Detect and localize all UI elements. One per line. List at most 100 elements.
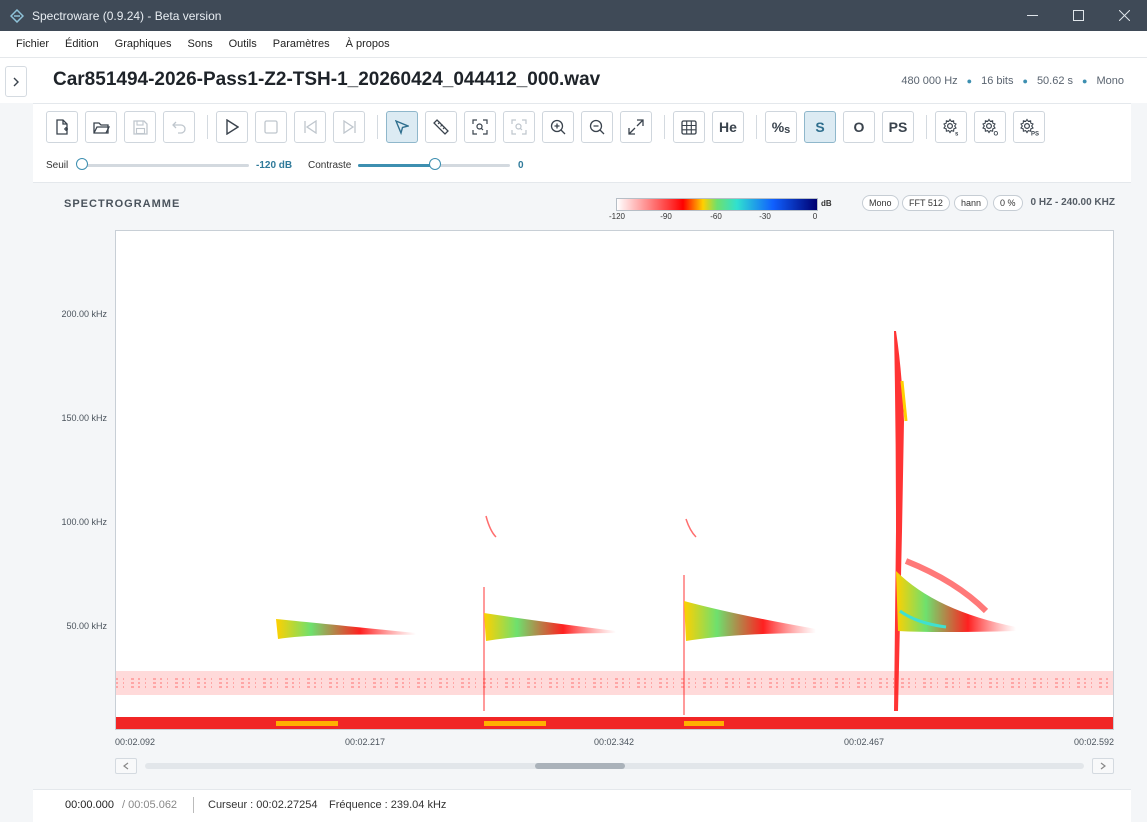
settings-o-button[interactable]: O	[974, 111, 1006, 143]
maximize-icon	[1072, 10, 1084, 21]
y-tick-label: 100.00 kHz	[61, 517, 107, 527]
toolbar-separator	[664, 115, 665, 139]
threshold-slider-handle[interactable]	[76, 158, 88, 170]
table-button[interactable]	[673, 111, 705, 143]
toolbar: He % s S O PS s O PS	[33, 103, 1131, 153]
contrast-value: 0	[518, 160, 524, 171]
cursor-frequency: Fréquence : 239.04 kHz	[329, 799, 447, 811]
zoom-selection-button[interactable]	[464, 111, 496, 143]
bat-call-harmonic	[685, 518, 697, 538]
spectrogram-canvas[interactable]	[115, 230, 1114, 730]
open-folder-button[interactable]	[85, 111, 117, 143]
app-logo-icon	[10, 8, 24, 23]
menu-graphiques[interactable]: Graphiques	[107, 38, 180, 50]
scroll-right-button[interactable]	[1092, 758, 1114, 774]
zoom-selection-icon	[472, 119, 488, 135]
play-button[interactable]	[216, 111, 248, 143]
ruler-tool-button[interactable]	[425, 111, 457, 143]
play-icon	[226, 119, 239, 135]
settings-s-icon: s	[943, 118, 959, 137]
bat-call	[896, 571, 1016, 632]
menu-sons[interactable]: Sons	[180, 38, 221, 50]
menu-outils[interactable]: Outils	[221, 38, 265, 50]
percent-sub-label: s	[784, 124, 791, 136]
table-icon	[681, 119, 697, 135]
save-icon	[132, 119, 148, 135]
menu-bar: Fichier Édition Graphiques Sons Outils P…	[0, 31, 1147, 58]
title-bar: Spectroware (0.9.24) - Beta version	[0, 0, 1147, 31]
he-button[interactable]: He	[712, 111, 744, 143]
menu-parametres[interactable]: Paramètres	[265, 38, 338, 50]
color-scale-bar	[616, 198, 818, 211]
new-file-button[interactable]	[46, 111, 78, 143]
settings-s-sub: s	[955, 132, 959, 137]
zoom-out-icon	[589, 119, 605, 135]
settings-ps-sub: PS	[1031, 132, 1039, 137]
separator-dot: ●	[1022, 76, 1028, 86]
contrast-label: Contraste	[308, 160, 352, 171]
zoom-selection-alt-button[interactable]	[503, 111, 535, 143]
skip-start-button[interactable]	[294, 111, 326, 143]
maximize-button[interactable]	[1055, 0, 1101, 31]
color-scale-tick: 0	[812, 212, 818, 221]
fft-size-pill[interactable]: FFT 512	[902, 195, 950, 211]
ps-button[interactable]: PS	[882, 111, 914, 143]
menu-a-propos[interactable]: À propos	[338, 38, 398, 50]
o-button[interactable]: O	[843, 111, 875, 143]
color-scale-tick: -30	[759, 212, 771, 221]
close-icon	[1118, 10, 1130, 21]
chevron-right-icon	[1100, 762, 1106, 770]
playback-position: 00:00.000	[65, 799, 114, 811]
close-button[interactable]	[1101, 0, 1147, 31]
color-scale-tick: -120	[608, 212, 626, 221]
chevron-right-icon	[13, 77, 19, 86]
x-tick-label: 00:02.592	[1074, 737, 1115, 747]
menu-edition[interactable]: Édition	[57, 38, 107, 50]
window-type-pill[interactable]: hann	[954, 195, 989, 211]
bat-call	[684, 601, 816, 641]
skip-end-button[interactable]	[333, 111, 365, 143]
new-file-icon	[56, 119, 68, 135]
low-frequency-noise	[276, 721, 338, 726]
ps-label: PS	[888, 119, 908, 135]
overlap-pill[interactable]: 0 %	[993, 195, 1023, 211]
contrast-slider-handle[interactable]	[429, 158, 441, 170]
threshold-slider-track[interactable]	[79, 164, 249, 167]
cursor-time: Curseur : 00:02.27254	[208, 799, 318, 811]
s-button[interactable]: S	[804, 111, 836, 143]
contrast-slider-fill	[358, 164, 434, 167]
x-tick-label: 00:02.467	[844, 737, 885, 747]
separator-dot: ●	[1082, 76, 1088, 86]
horizontal-scrollbar[interactable]	[115, 758, 1115, 775]
status-bar: 00:00.000 / 00:05.062 Curseur : 00:02.27…	[33, 789, 1131, 822]
sidebar-toggle-button[interactable]	[5, 66, 27, 97]
pointer-icon	[395, 119, 409, 135]
minimize-button[interactable]	[1009, 0, 1055, 31]
expand-icon	[628, 119, 644, 135]
slider-bar: Seuil -120 dB Contraste 0	[33, 152, 1131, 183]
scrollbar-thumb[interactable]	[535, 763, 625, 769]
pointer-tool-button[interactable]	[386, 111, 418, 143]
fit-view-button[interactable]	[620, 111, 652, 143]
toolbar-separator	[926, 115, 927, 139]
x-tick-label: 00:02.217	[345, 737, 386, 747]
save-button[interactable]	[124, 111, 156, 143]
settings-o-sub: O	[994, 132, 999, 137]
zoom-in-button[interactable]	[542, 111, 574, 143]
zoom-out-button[interactable]	[581, 111, 613, 143]
scroll-left-button[interactable]	[115, 758, 137, 774]
frequency-range: 0 HZ - 240.00 KHZ	[1030, 197, 1115, 208]
percent-label: %	[771, 119, 785, 135]
channel-pill[interactable]: Mono	[862, 195, 899, 211]
menu-fichier[interactable]: Fichier	[8, 38, 57, 50]
total-duration: / 00:05.062	[122, 799, 178, 811]
settings-ps-button[interactable]: PS	[1013, 111, 1045, 143]
undo-button[interactable]	[163, 111, 195, 143]
percent-s-button[interactable]: % s	[765, 111, 797, 143]
skip-start-icon	[303, 120, 317, 134]
stop-button[interactable]	[255, 111, 287, 143]
bit-depth: 16 bits	[981, 75, 1014, 87]
x-tick-label: 00:02.092	[115, 737, 156, 747]
spectrogram-title: SPECTROGRAMME	[64, 198, 181, 210]
settings-s-button[interactable]: s	[935, 111, 967, 143]
